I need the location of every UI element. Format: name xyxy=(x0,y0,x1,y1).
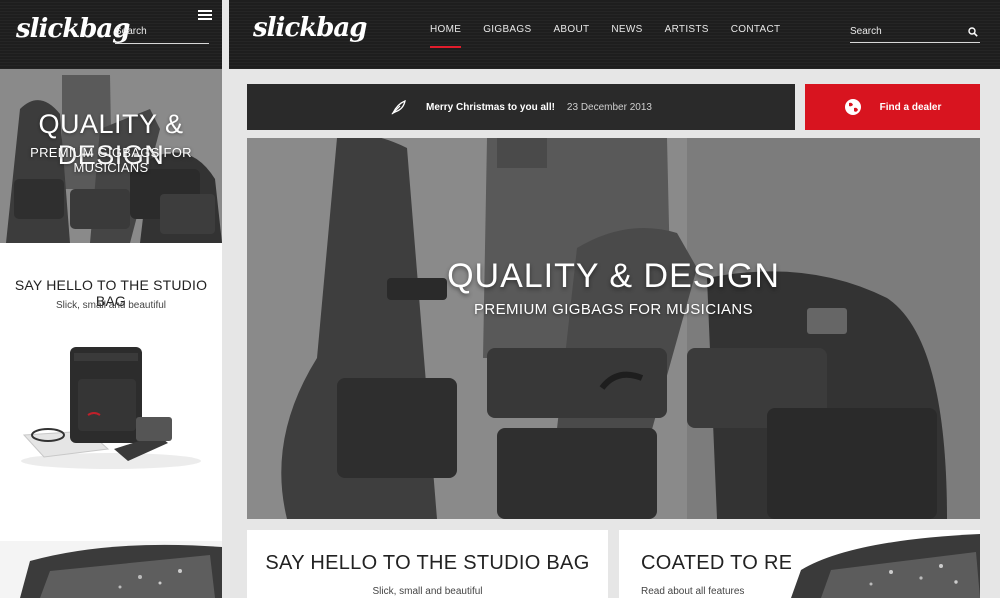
find-dealer-label: Find a dealer xyxy=(879,101,942,113)
page-root: slickbag Search QUALITY & DESIGN PREMIUM… xyxy=(0,0,1000,598)
coated-bag-image xyxy=(791,530,980,598)
mobile-hero-subtitle: PREMIUM GIGBAGS FOR MUSICIANS xyxy=(30,145,192,175)
coated-card[interactable]: COATED TO RESIST Read about all features xyxy=(619,530,980,598)
mobile-studio-bag-card[interactable]: SAY HELLO TO THE STUDIO BAG Slick, small… xyxy=(0,255,222,531)
nav-item-about[interactable]: ABOUT xyxy=(542,24,600,46)
news-date: 23 December 2013 xyxy=(566,101,652,113)
nav-item-news[interactable]: NEWS xyxy=(600,24,653,46)
nav-item-artists[interactable]: ARTISTS xyxy=(654,24,720,46)
mobile-search-input[interactable]: Search xyxy=(115,24,209,44)
hero-gigbags-image xyxy=(247,138,980,519)
desktop-header: slickbag HOME GIGBAGS ABOUT NEWS ARTISTS… xyxy=(229,0,1000,69)
search-placeholder: Search xyxy=(850,26,882,37)
desktop-view: slickbag HOME GIGBAGS ABOUT NEWS ARTISTS… xyxy=(229,0,1000,598)
mobile-logo[interactable]: slickbag xyxy=(16,14,130,44)
coated-bag-image xyxy=(0,541,222,598)
desktop-logo[interactable]: slickbag xyxy=(253,13,367,43)
news-banner[interactable]: Merry Christmas to you all! 23 December … xyxy=(247,84,795,130)
coated-card-subtitle: Read about all features xyxy=(641,586,745,597)
studio-bag-card-title: SAY HELLO TO THE STUDIO BAG xyxy=(265,552,590,574)
news-title: Merry Christmas to you all! xyxy=(426,101,555,113)
mobile-second-card[interactable] xyxy=(0,541,222,598)
globe-icon xyxy=(844,99,861,115)
nav-item-home[interactable]: HOME xyxy=(419,24,472,48)
main-nav: HOME GIGBAGS ABOUT NEWS ARTISTS CONTACT xyxy=(419,24,792,48)
studio-bag-card[interactable]: SAY HELLO TO THE STUDIO BAG Slick, small… xyxy=(247,530,608,598)
desktop-search-input[interactable]: Search xyxy=(850,24,980,43)
nav-item-gigbags[interactable]: GIGBAGS xyxy=(472,24,542,46)
search-icon[interactable] xyxy=(968,27,978,37)
studio-bag-image xyxy=(21,347,201,469)
desktop-hero-title: QUALITY & DESIGN xyxy=(447,257,780,295)
find-dealer-button[interactable]: Find a dealer xyxy=(805,84,980,130)
mobile-view: slickbag Search QUALITY & DESIGN PREMIUM… xyxy=(0,0,222,598)
nav-item-contact[interactable]: CONTACT xyxy=(720,24,792,46)
feather-icon xyxy=(391,99,406,115)
hamburger-menu-icon[interactable] xyxy=(198,10,212,21)
mobile-header: slickbag Search xyxy=(0,0,222,69)
desktop-hero[interactable]: QUALITY & DESIGN PREMIUM GIGBAGS FOR MUS… xyxy=(247,138,980,519)
studio-bag-card-subtitle: Slick, small and beautiful xyxy=(372,586,483,597)
mobile-card-subtitle: Slick, small and beautiful xyxy=(55,300,167,311)
mobile-hero[interactable]: QUALITY & DESIGN PREMIUM GIGBAGS FOR MUS… xyxy=(0,69,222,243)
desktop-hero-subtitle: PREMIUM GIGBAGS FOR MUSICIANS xyxy=(473,301,754,318)
